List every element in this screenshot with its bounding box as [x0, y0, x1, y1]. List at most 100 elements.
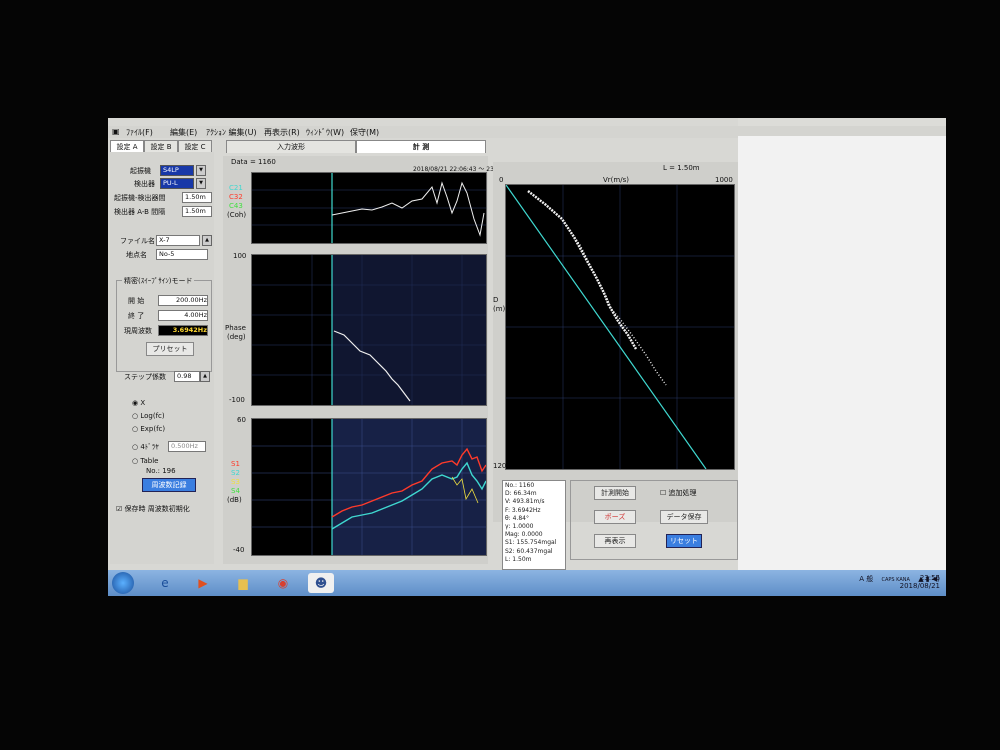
coherence-plot — [251, 172, 487, 244]
step-hz-field[interactable]: 0.500Hz — [168, 441, 206, 452]
ab-interval-label: 検出器 A-B 間隔 — [114, 208, 166, 216]
info-s1: S1: 155.754mgal — [505, 539, 557, 547]
detector-dropdown-icon[interactable]: ▼ — [196, 178, 206, 189]
file-name-field[interactable]: X-7 — [156, 235, 200, 246]
velocity-depth-area: L = 1.50m 0 Vr(m/s) 1000 D (m) 120 — [493, 162, 738, 522]
settings-panel: 起振機 S4LP ▼ 検出器 PU-L ▼ 起振機-検出器間 1.50m 検出器… — [110, 152, 214, 564]
ab-interval-field[interactable]: 1.50m — [182, 206, 212, 217]
chart-top-right-tick: 1000 — [715, 176, 733, 184]
reset-button[interactable]: リセット — [666, 534, 702, 548]
start-button-icon[interactable] — [112, 572, 134, 594]
save-data-button[interactable]: データ保存 — [660, 510, 708, 524]
folder-icon[interactable]: ▆ — [230, 573, 256, 593]
start-freq-field[interactable]: 200.00Hz — [158, 295, 208, 306]
browser-icon[interactable]: e — [152, 573, 178, 593]
app-taskbar-icon[interactable]: ☻ — [308, 573, 334, 593]
step-factor-field[interactable]: 0.98 — [174, 371, 200, 382]
distance-label: 起振機-検出器間 — [114, 194, 166, 202]
start-freq-label: 開 始 — [128, 297, 145, 305]
system-tray: A 般 CAPS KANA ▲ ▮ ◀) 23:55 2018/08/21 — [859, 574, 940, 590]
info-theta: θ: 4.84° — [505, 514, 529, 522]
coh-unit-label: (Coh) — [227, 211, 247, 219]
chart-top-left-tick: 0 — [499, 176, 504, 184]
coh-c21-label: C21 — [229, 184, 243, 192]
d-unit-label: (m) — [493, 305, 506, 313]
radio-step[interactable]: ○ 4ﾄﾞﾗﾔ — [132, 442, 159, 452]
amp-unit-label: (dB) — [227, 496, 242, 504]
menu-maintenance[interactable]: 保守(M) — [350, 127, 379, 138]
info-frequency: F: 3.6942Hz — [505, 506, 541, 514]
redraw-button[interactable]: 再表示 — [594, 534, 636, 548]
measurement-info-box: No.: 1160 D: 66.34m V: 493.81m/s F: 3.69… — [502, 480, 566, 570]
current-freq-label: 現周波数 — [124, 327, 152, 335]
step-factor-spin-icon[interactable]: ▲ — [200, 371, 210, 382]
clock-time: 23:55 — [919, 574, 940, 582]
amp-top-tick: 60 — [237, 416, 246, 424]
media-player-icon[interactable]: ▶ — [190, 573, 216, 593]
info-velocity: V: 493.81m/s — [505, 498, 545, 506]
phase-unit-label: (deg) — [227, 333, 246, 341]
site-name-label: 地点名 — [126, 251, 147, 259]
info-l: L: 1.50m — [505, 555, 532, 563]
distance-field[interactable]: 1.50m — [182, 192, 212, 203]
site-name-field[interactable]: No-5 — [156, 249, 208, 260]
clock-date: 2018/08/21 — [899, 582, 940, 590]
info-s2: S2: 60.437mgal — [505, 547, 553, 555]
menu-window[interactable]: ｳｨﾝﾄﾞｳ(W) — [306, 127, 344, 138]
phase-plot — [251, 254, 487, 406]
phase-top-tick: 100 — [233, 252, 247, 260]
file-name-label: ファイル名 — [120, 237, 155, 245]
coh-c32-label: C32 — [229, 193, 243, 201]
preset-button[interactable]: プリセット — [146, 342, 194, 356]
l-label: L = 1.50m — [663, 164, 700, 172]
taskbar: e ▶ ▆ ◉ ☻ A 般 CAPS KANA ▲ ▮ ◀) 23:55 201… — [108, 570, 946, 596]
info-mag: Mag: 0.0000 — [505, 531, 543, 539]
monitor-screen: ▣ ﾌｧｲﾙ(F) 編集(E) ｱｸｼｮﾝ 編集(U) 再表示(R) ｳｨﾝﾄﾞ… — [108, 118, 946, 596]
phase-plot-svg — [252, 255, 486, 405]
menu-redraw[interactable]: 再表示(R) — [264, 127, 300, 138]
velocity-depth-plot — [505, 184, 735, 470]
vibrator-select[interactable]: S4LP — [160, 165, 194, 176]
end-freq-label: 終 了 — [128, 312, 145, 320]
amp-s1-label: S1 — [231, 460, 240, 468]
amp-s2-label: S2 — [231, 469, 240, 477]
amp-s3-label: S3 — [231, 478, 240, 486]
menu-file[interactable]: ﾌｧｲﾙ(F) — [126, 127, 153, 138]
phase-bottom-tick: -100 — [229, 396, 245, 404]
add-processing-checkbox[interactable]: ☐ 追加処理 — [660, 488, 697, 498]
graph-panel: Data = 1160 2018/08/21 22:06:43 ～ 23:53:… — [223, 156, 513, 564]
vibrator-dropdown-icon[interactable]: ▼ — [196, 165, 206, 176]
save-init-checkbox[interactable]: ☑ 保存時 周波数初期化 — [116, 504, 190, 514]
app-icon: ▣ — [112, 127, 120, 136]
empty-area — [738, 136, 946, 570]
detector-select[interactable]: PU-L — [160, 178, 194, 189]
radio-exp[interactable]: ○ Exp(fc) — [132, 425, 165, 433]
step-factor-label: ステップ係数 — [124, 373, 166, 381]
amp-s4-label: S4 — [231, 487, 240, 495]
pause-button[interactable]: ポーズ — [594, 510, 636, 524]
chrome-icon[interactable]: ◉ — [270, 573, 296, 593]
radio-x[interactable]: ◉ X — [132, 399, 145, 407]
start-measure-button[interactable]: 計測開始 — [594, 486, 636, 500]
phase-label: Phase — [225, 324, 246, 332]
tab-measure[interactable]: 計 測 — [356, 140, 486, 153]
info-gamma: γ: 1.0000 — [505, 523, 534, 531]
table-number: No.: 196 — [146, 467, 176, 475]
ime-indicator[interactable]: A 般 — [859, 575, 873, 583]
amplitude-plot-svg — [252, 419, 487, 555]
file-name-spin-icon[interactable]: ▲ — [202, 235, 212, 246]
clock[interactable]: 23:55 2018/08/21 — [890, 574, 940, 590]
end-freq-field[interactable]: 4.00Hz — [158, 310, 208, 321]
tab-input-wave[interactable]: 入力波形 — [226, 140, 356, 153]
radio-table[interactable]: ○ Table — [132, 457, 158, 465]
chart-bottom-tick: 120 — [493, 462, 507, 470]
menu-edit[interactable]: 編集(E) — [170, 127, 197, 138]
velocity-depth-svg — [505, 184, 734, 470]
radio-log[interactable]: ○ Log(fc) — [132, 412, 165, 420]
amp-bottom-tick: -40 — [233, 546, 245, 554]
frequency-record-button[interactable]: 周波数記録 — [142, 478, 196, 492]
menu-action-edit[interactable]: ｱｸｼｮﾝ 編集(U) — [206, 127, 257, 138]
detector-label: 検出器 — [134, 180, 155, 188]
amplitude-plot — [251, 418, 487, 556]
current-freq-display: 3.6942Hz — [158, 325, 208, 336]
